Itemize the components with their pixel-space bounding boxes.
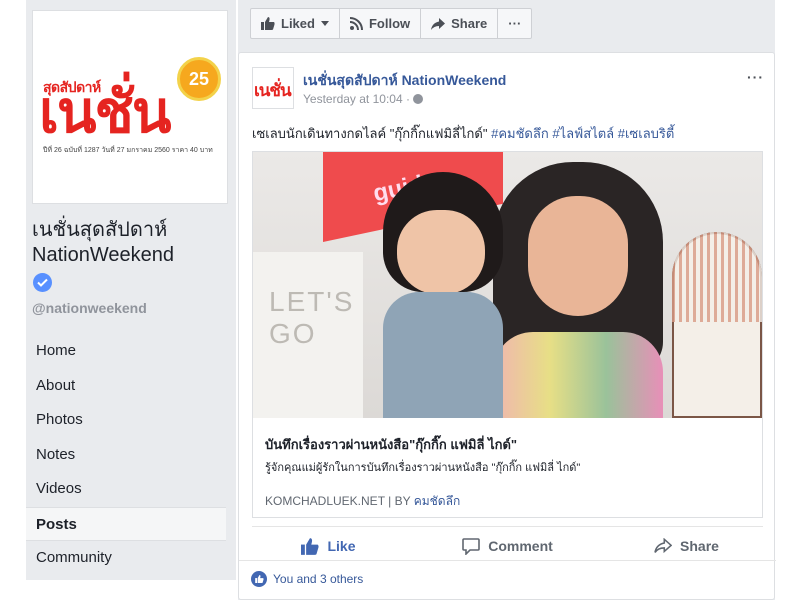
follow-label: Follow [368, 16, 411, 31]
footer-divider [239, 560, 776, 561]
sidebar-item-videos[interactable]: Videos [26, 472, 226, 507]
main-feed: Liked Follow Share ··· เนชั่น เนชั่นสุดส… [238, 0, 776, 600]
post-timestamp[interactable]: Yesterday at 10:04 · [303, 92, 423, 106]
share-label: Share [451, 16, 488, 31]
page-profile-picture[interactable]: สุดสัปดาห์ เนชั่น 25 ปีที่ 26 ฉบับที่ 12… [32, 10, 228, 204]
comment-label: Comment [488, 538, 553, 554]
share-post-label: Share [680, 538, 719, 554]
image-woman-dress [493, 332, 663, 418]
anniversary-badge: 25 [177, 57, 221, 101]
link-source: KOMCHADLUEK.NET | BY คมชัดลึก [265, 492, 460, 511]
image-woman [493, 162, 663, 418]
rss-icon [349, 17, 363, 30]
page-handle[interactable]: @nationweekend [32, 300, 147, 316]
share-arrow-icon [431, 17, 446, 30]
thumbs-up-icon [261, 17, 275, 30]
share-arrow-icon [654, 538, 673, 554]
sidebar-item-notes[interactable]: Notes [26, 438, 226, 473]
left-sidebar: สุดสัปดาห์ เนชั่น 25 ปีที่ 26 ฉบับที่ 12… [26, 0, 236, 580]
avatar-logo-text: เนชั่น [254, 81, 292, 100]
feed-post: เนชั่น เนชั่นสุดสัปดาห์ NationWeekend Ye… [238, 52, 776, 600]
post-options-icon[interactable]: ··· [747, 69, 764, 85]
link-title[interactable]: บันทึกเรื่องราวผ่านหนังสือ"กุ๊กกิ๊ก แฟมิ… [265, 434, 517, 455]
more-options-icon: ··· [508, 16, 522, 31]
sidebar-item-home[interactable]: Home [26, 334, 226, 369]
page-action-bar: Liked Follow Share ··· [250, 8, 533, 39]
share-page-button[interactable]: Share [421, 8, 499, 39]
image-woman-face [528, 196, 628, 316]
sidebar-nav: Home About Photos Notes Videos Posts Com… [26, 334, 226, 576]
post-hashtags[interactable]: #คมชัดลึก #ไลฟ์สไตล์ #เซเลบริตี้ [491, 126, 674, 141]
image-girl [373, 172, 513, 418]
globe-icon [412, 94, 423, 104]
liked-button[interactable]: Liked [250, 8, 340, 39]
link-source-domain: KOMCHADLUEK.NET | BY [265, 494, 414, 508]
sidebar-item-photos[interactable]: Photos [26, 403, 226, 438]
image-cartoon-hair [672, 232, 762, 322]
link-source-author[interactable]: คมชัดลึก [414, 494, 461, 508]
comment-icon [462, 537, 481, 555]
like-reaction-icon [251, 571, 267, 587]
page-name[interactable]: เนชั่นสุดสัปดาห์ NationWeekend [32, 218, 232, 268]
post-author-avatar[interactable]: เนชั่น [252, 67, 294, 109]
liked-label: Liked [281, 16, 315, 31]
verified-badge-icon [33, 273, 52, 292]
thumbs-up-icon [301, 537, 320, 555]
image-wall-text: LET'S GO [269, 286, 355, 349]
sidebar-item-community[interactable]: Community [26, 541, 226, 576]
link-preview-image[interactable]: guide LET'S GO [253, 152, 762, 418]
sidebar-item-about[interactable]: About [26, 369, 226, 404]
post-author-name[interactable]: เนชั่นสุดสัปดาห์ NationWeekend [303, 70, 506, 92]
logo-fine-print: ปีที่ 26 ฉบับที่ 1287 วันที่ 27 มกราคม 2… [43, 147, 213, 154]
follow-button[interactable]: Follow [339, 8, 422, 39]
image-girl-dress [383, 292, 503, 418]
like-label: Like [327, 538, 356, 554]
more-options-button[interactable]: ··· [498, 8, 533, 39]
link-preview-card[interactable]: guide LET'S GO บันทึกเรื่องราวผ่านหนังสื… [252, 151, 763, 518]
post-text: เซเลบนักเดินทางกดไลค์ "กุ๊กกิ๊กแฟมิลี่ไก… [252, 126, 492, 141]
image-wall-art: LET'S GO [253, 252, 363, 418]
likes-summary[interactable]: You and 3 others [251, 571, 363, 587]
post-time-text: Yesterday at 10:04 · [303, 92, 410, 106]
logo-brand-big: เนชั่น [39, 80, 171, 145]
image-girl-face [397, 210, 485, 294]
likes-count-text: You and 3 others [273, 572, 364, 586]
chevron-down-icon [320, 21, 329, 26]
sidebar-item-posts[interactable]: Posts [26, 506, 226, 541]
post-body-text: เซเลบนักเดินทางกดไลค์ "กุ๊กกิ๊กแฟมิลี่ไก… [252, 123, 674, 144]
link-description: รู้จักคุณแม่ผู้รักในการบันทึกเรื่องราวผ่… [265, 462, 581, 474]
